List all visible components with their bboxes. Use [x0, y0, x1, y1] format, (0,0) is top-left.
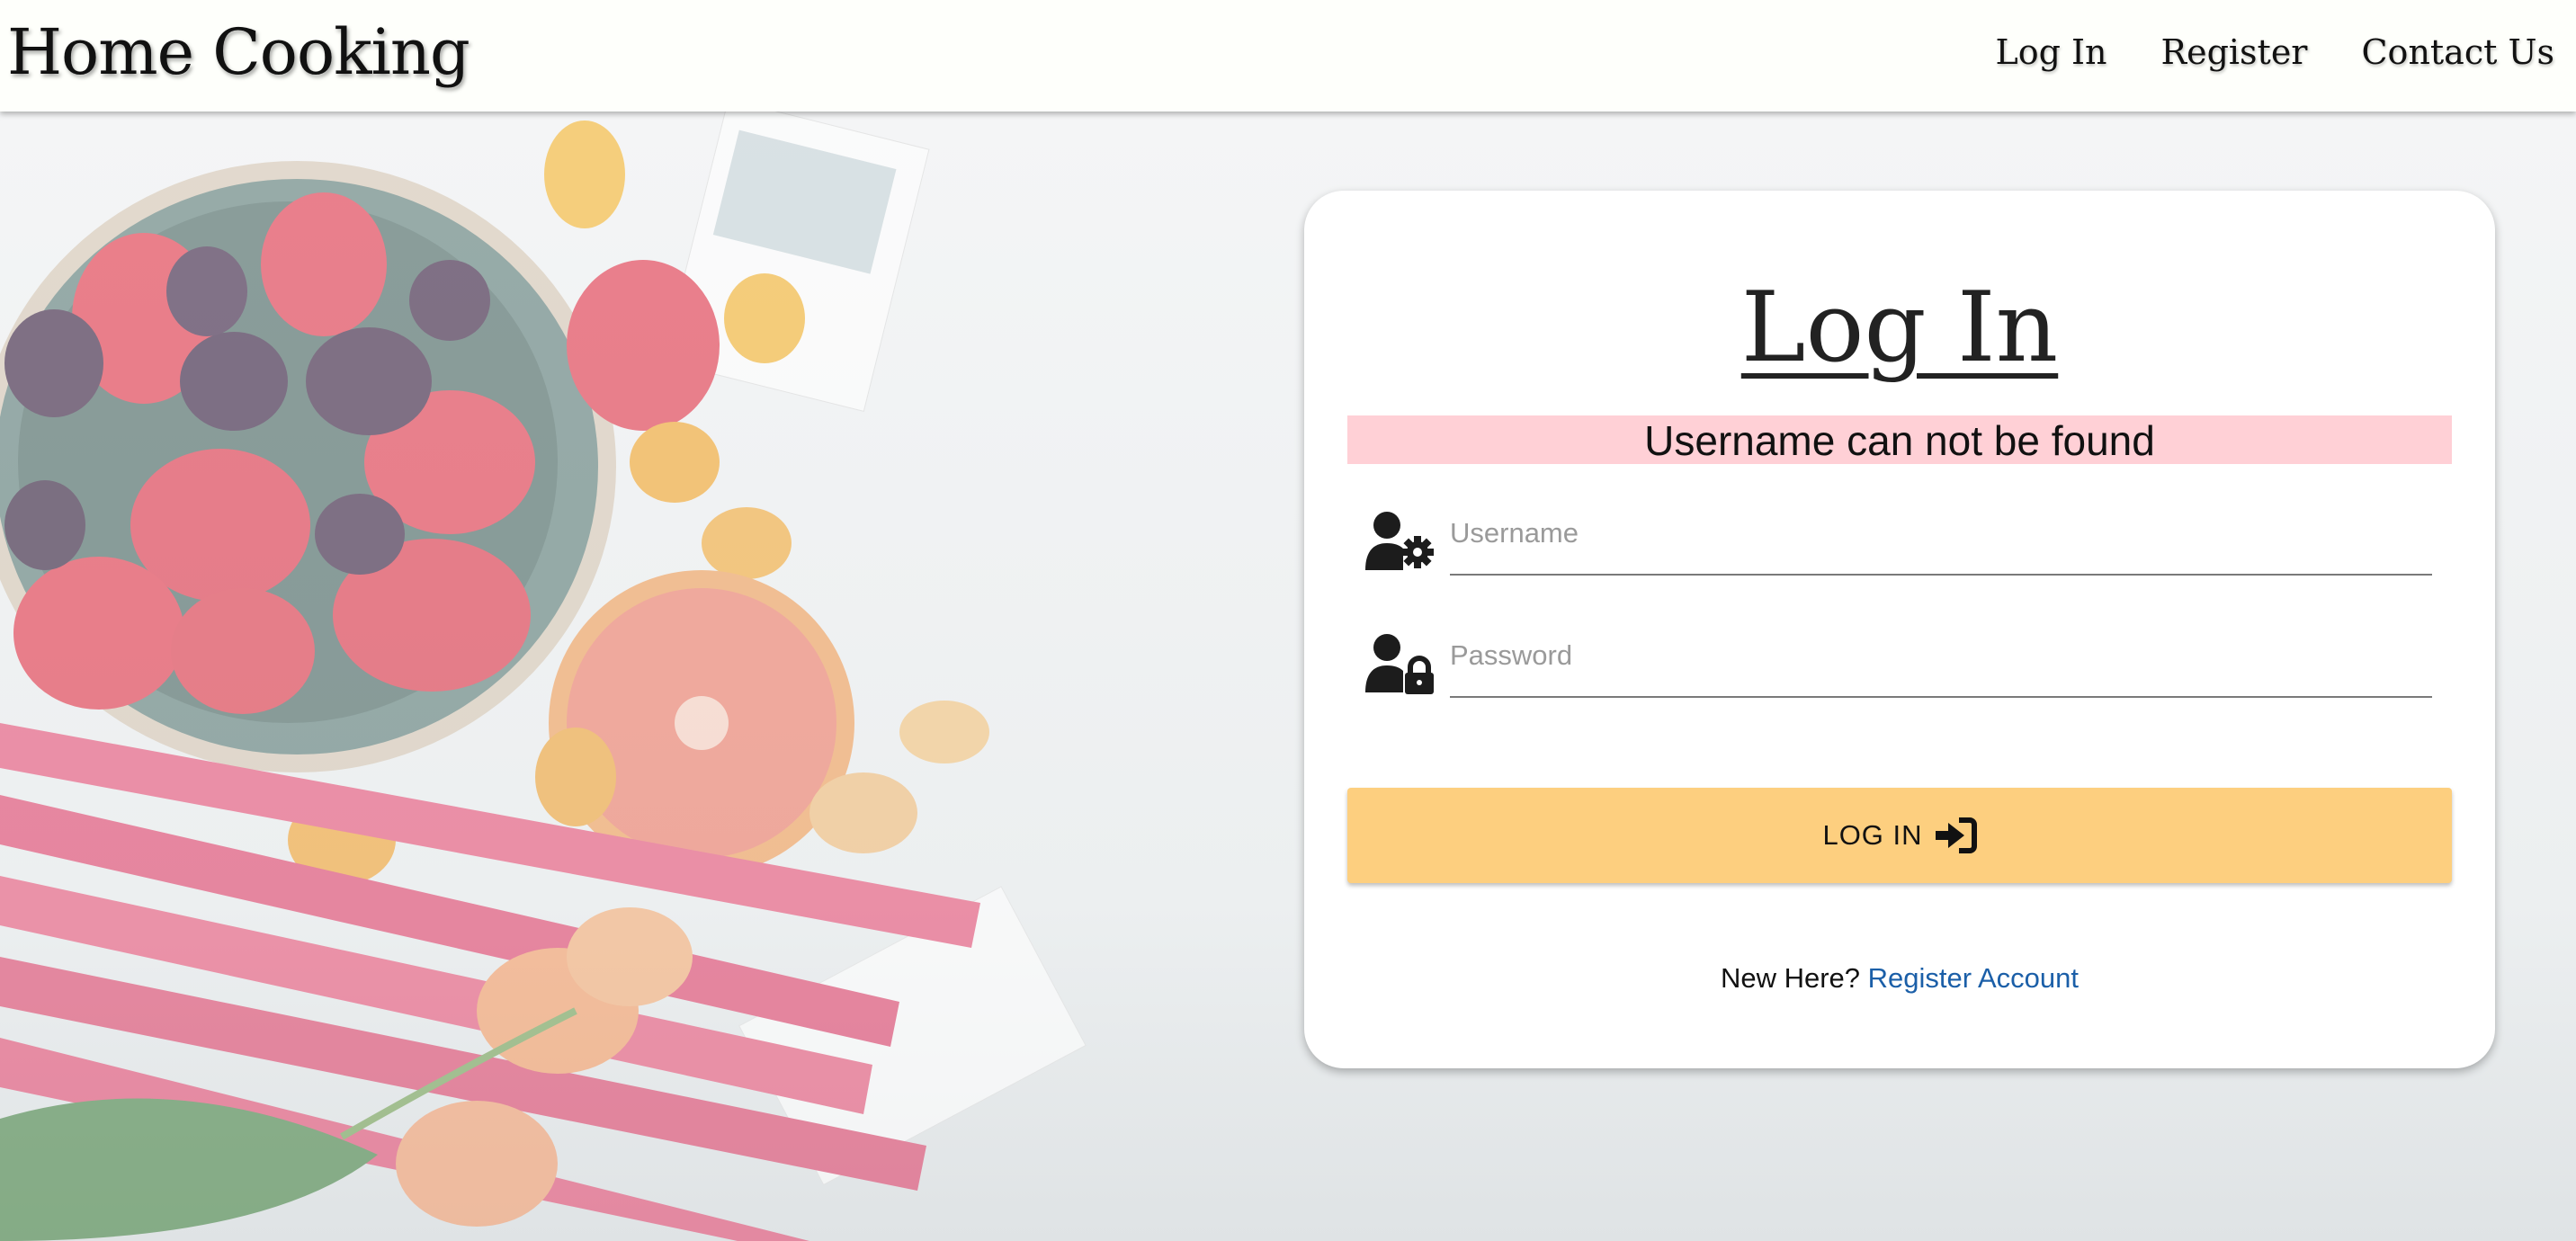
username-input[interactable]: [1450, 498, 2432, 576]
user-gear-icon: [1365, 512, 1434, 570]
nav-link-register[interactable]: Register: [2160, 27, 2307, 77]
brand-logo[interactable]: Home Cooking: [7, 11, 470, 94]
user-lock-icon: [1365, 634, 1434, 694]
nav-link-contact-us[interactable]: Contact Us: [2361, 27, 2554, 77]
sign-in-icon: [1935, 817, 1977, 853]
nav-links: Log In Register Contact Us: [1995, 27, 2554, 77]
login-button[interactable]: LOG IN: [1347, 788, 2452, 883]
login-button-label: LOG IN: [1822, 819, 1923, 851]
login-title: Log In: [1740, 272, 2059, 384]
username-field: [1365, 498, 2437, 577]
top-navbar: Home Cooking Log In Register Contact Us: [0, 0, 2576, 112]
password-field: [1365, 620, 2437, 700]
register-prompt-line: New Here? Register Account: [1304, 960, 2495, 996]
fruit-flatlay-image: [0, 112, 1087, 1241]
login-card: Log In Username can not be found Usernam…: [1304, 191, 2495, 1068]
register-prompt: New Here?: [1720, 962, 1861, 994]
password-input[interactable]: [1450, 620, 2432, 698]
nav-link-login[interactable]: Log In: [1995, 27, 2106, 77]
error-message: Username can not be found: [1347, 415, 2452, 464]
register-account-link[interactable]: Register Account: [1868, 962, 2079, 994]
